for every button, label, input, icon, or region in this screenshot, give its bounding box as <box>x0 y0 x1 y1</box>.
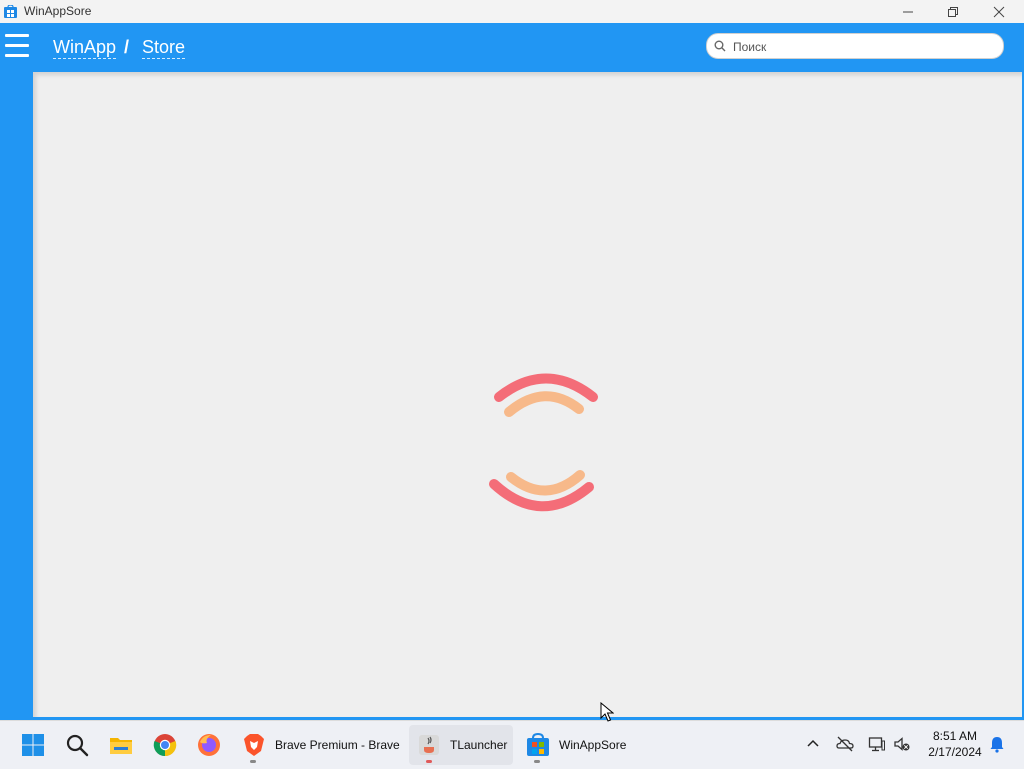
onedrive-offline-icon[interactable] <box>836 735 854 753</box>
spinner-arc-inner-top <box>504 391 584 417</box>
bell-icon[interactable] <box>988 735 1006 753</box>
volume-muted-icon[interactable] <box>893 735 911 753</box>
firefox-button[interactable] <box>190 725 228 765</box>
side-rail <box>0 72 33 720</box>
window-titlebar: WinAppSore <box>0 0 1024 23</box>
system-clock[interactable]: 8:51 AM 2/17/2024 <box>916 728 994 760</box>
brave-icon <box>244 734 264 756</box>
clock-date: 2/17/2024 <box>928 745 982 759</box>
running-indicator <box>426 760 432 763</box>
file-explorer-button[interactable] <box>102 725 140 765</box>
taskbar-item-tlauncher[interactable]: TLauncher <box>409 725 513 765</box>
breadcrumb-root[interactable]: WinApp <box>53 37 117 59</box>
restore-button[interactable] <box>930 0 976 23</box>
restore-icon <box>948 6 958 17</box>
main-content <box>33 72 1022 717</box>
search-icon <box>66 734 89 757</box>
chrome-icon <box>153 734 177 757</box>
spinner-arc-inner-bottom <box>506 470 585 496</box>
menu-button[interactable] <box>5 34 29 58</box>
taskbar: Brave Premium - Brave TLauncher WinAppSo… <box>0 720 1024 769</box>
store-icon <box>4 5 17 18</box>
loading-spinner <box>489 373 598 512</box>
minimize-button[interactable] <box>885 0 931 23</box>
chevron-up-icon[interactable] <box>804 735 822 753</box>
clock-time: 8:51 AM <box>932 729 978 743</box>
search-input[interactable] <box>731 36 995 58</box>
chrome-button[interactable] <box>146 725 184 765</box>
running-indicator <box>250 760 256 763</box>
search-icon <box>714 40 726 52</box>
store-icon <box>527 733 549 756</box>
network-icon[interactable] <box>868 735 886 753</box>
taskbar-item-brave[interactable]: Brave Premium - Brave <box>236 725 410 765</box>
firefox-icon <box>198 734 220 756</box>
mouse-cursor-icon <box>600 702 614 722</box>
breadcrumb-current[interactable]: Store <box>142 37 186 59</box>
file-explorer-icon <box>110 738 132 754</box>
search-box[interactable] <box>706 33 1004 59</box>
tlauncher-icon <box>419 735 439 755</box>
taskbar-search-button[interactable] <box>58 725 96 765</box>
breadcrumb-separator: / <box>124 37 130 57</box>
running-indicator <box>534 760 540 763</box>
windows-start-icon <box>22 734 44 756</box>
minimize-icon <box>903 11 913 12</box>
window-title: WinAppSore <box>24 4 92 18</box>
app-header: WinApp / Store <box>0 23 1024 72</box>
taskbar-item-winappsore[interactable]: WinAppSore <box>522 725 638 765</box>
close-button[interactable] <box>976 0 1022 23</box>
taskbar-item-label: TLauncher <box>450 738 508 752</box>
close-icon <box>993 6 1005 17</box>
start-button[interactable] <box>14 725 52 765</box>
taskbar-item-label: Brave Premium - Brave <box>275 738 400 752</box>
taskbar-item-label: WinAppSore <box>559 738 627 752</box>
hamburger-icon <box>5 34 29 57</box>
